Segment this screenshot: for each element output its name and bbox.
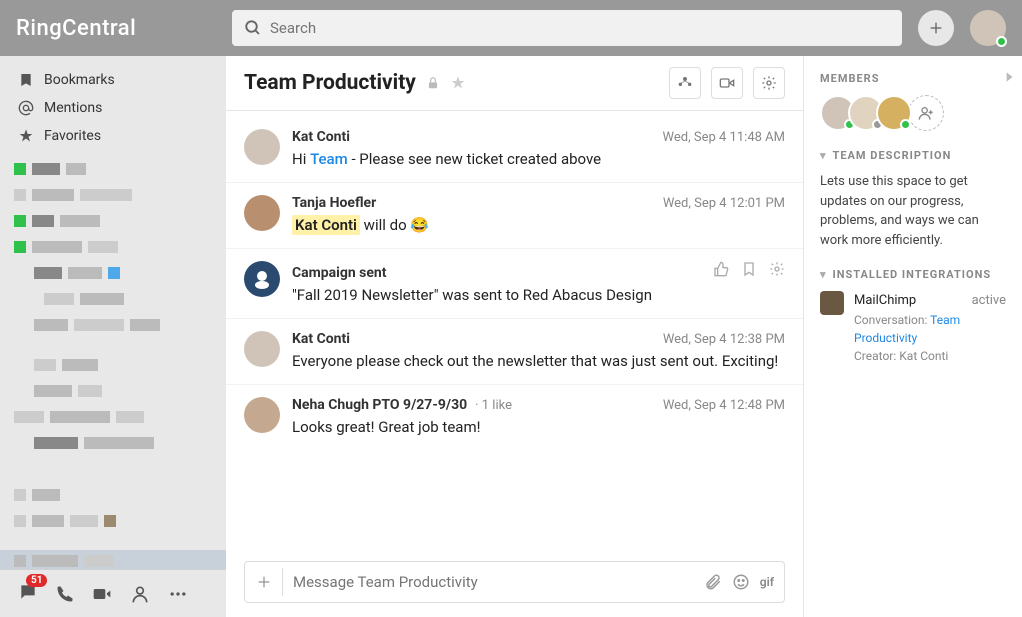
lock-icon <box>426 76 440 90</box>
like-icon[interactable] <box>713 261 729 277</box>
message-item: Campaign sent "Fall 2019 Newsletter" was… <box>226 249 803 319</box>
brand-logo: RingCentral <box>16 16 216 41</box>
message-timestamp: Wed, Sep 4 12:48 PM <box>663 398 785 413</box>
message-item: Tanja Hoefler Wed, Sep 4 12:01 PM Kat Con… <box>226 183 803 249</box>
add-person-icon <box>918 105 934 121</box>
integration-avatar <box>244 261 280 297</box>
details-panel: MEMBERS ▾TEAM DESCRIPTION Lets use this … <box>804 56 1022 617</box>
message-timestamp: Wed, Sep 4 11:48 AM <box>663 130 785 145</box>
description-heading[interactable]: ▾TEAM DESCRIPTION <box>820 149 1006 162</box>
avatar <box>244 331 280 367</box>
settings-button[interactable] <box>753 67 785 99</box>
sidebar-item-label: Bookmarks <box>44 72 115 88</box>
sidebar-item-mentions[interactable]: Mentions <box>0 94 226 122</box>
message-item: Kat Conti Wed, Sep 4 11:48 AM Hi Team - P… <box>226 117 803 183</box>
sidebar-item-label: Favorites <box>44 128 101 144</box>
message-item: Kat Conti Wed, Sep 4 12:38 PM Everyone pl… <box>226 319 803 385</box>
integration-creator: Kat Conti <box>899 349 948 363</box>
team-description: Lets use this space to get updates on ou… <box>820 172 1006 250</box>
search-input[interactable] <box>270 19 890 37</box>
caret-down-icon: ▾ <box>820 268 827 281</box>
message-text: Kat Conti will do 😂 <box>292 215 785 236</box>
message-author: Kat Conti <box>292 331 350 347</box>
plus-icon <box>928 20 944 36</box>
message-author: Kat Conti <box>292 129 350 145</box>
avatar <box>244 129 280 165</box>
mention-highlight[interactable]: Kat Conti <box>292 215 360 235</box>
search-bar[interactable] <box>232 10 902 46</box>
members-heading: MEMBERS <box>820 72 1006 85</box>
expand-icon[interactable] <box>1002 70 1016 84</box>
user-avatar[interactable] <box>970 10 1006 46</box>
people-icon <box>677 75 693 91</box>
message-item: Neha Chugh PTO 9/27-9/30 · 1 like Wed, Se… <box>226 385 803 450</box>
integrations-heading[interactable]: ▾INSTALLED INTEGRATIONS <box>820 268 1006 281</box>
message-author: Campaign sent <box>292 265 387 281</box>
star-icon[interactable] <box>450 75 466 91</box>
avatar <box>244 397 280 433</box>
message-list: Kat Conti Wed, Sep 4 11:48 AM Hi Team - P… <box>226 111 803 551</box>
channel-list <box>0 158 226 569</box>
member-avatar[interactable] <box>876 95 912 131</box>
conversation-panel: Team Productivity Kat Conti Wed, Sep 4 11… <box>226 56 804 617</box>
search-icon <box>244 19 262 37</box>
sidebar-item-label: Mentions <box>44 100 102 116</box>
star-icon <box>18 128 34 144</box>
message-text: Looks great! Great job team! <box>292 417 785 438</box>
avatar <box>244 195 280 231</box>
message-text: Everyone please check out the newsletter… <box>292 351 785 372</box>
sidebar-bottom-bar: 51 <box>0 569 226 617</box>
message-text: "Fall 2019 Newsletter" was sent to Red A… <box>292 285 785 306</box>
bookmark-icon <box>18 72 34 88</box>
message-text: Hi Team - Please see new ticket created … <box>292 149 785 170</box>
plus-icon <box>256 574 272 590</box>
at-icon <box>18 100 34 116</box>
message-author: Tanja Hoefler <box>292 195 376 211</box>
conversation-title: Team Productivity <box>244 71 416 95</box>
messages-button[interactable]: 51 <box>18 582 38 606</box>
compose-box[interactable]: gif <box>244 561 785 603</box>
video-icon <box>719 75 735 91</box>
member-avatars <box>820 95 1006 131</box>
mention[interactable]: Team <box>310 150 348 168</box>
unread-badge: 51 <box>26 574 47 587</box>
gear-icon <box>761 75 777 91</box>
mailchimp-logo <box>820 291 844 315</box>
sidebar: Bookmarks Mentions Favorites <box>0 56 226 617</box>
add-member-button[interactable] <box>908 95 944 131</box>
add-button[interactable] <box>918 10 954 46</box>
emoji-icon[interactable] <box>732 573 750 591</box>
integration-name: MailChimp <box>854 291 916 311</box>
video-call-button[interactable] <box>711 67 743 99</box>
gear-icon[interactable] <box>769 261 785 277</box>
message-timestamp: Wed, Sep 4 12:38 PM <box>663 332 785 347</box>
sidebar-item-favorites[interactable]: Favorites <box>0 122 226 150</box>
like-count: · 1 like <box>475 398 512 413</box>
message-author: Neha Chugh PTO 9/27-9/30 <box>292 397 467 413</box>
message-timestamp: Wed, Sep 4 12:01 PM <box>663 196 785 211</box>
caret-down-icon: ▾ <box>820 149 827 162</box>
bookmark-icon[interactable] <box>741 261 757 277</box>
conversation-header: Team Productivity <box>226 56 803 111</box>
video-icon[interactable] <box>92 584 112 604</box>
attachment-icon[interactable] <box>704 573 722 591</box>
compose-input[interactable] <box>293 573 694 591</box>
gif-button[interactable]: gif <box>760 575 774 589</box>
integration-item: MailChimpactive Conversation: Team Produ… <box>820 291 1006 365</box>
contact-icon[interactable] <box>130 584 150 604</box>
more-icon[interactable] <box>168 584 188 604</box>
members-button[interactable] <box>669 67 701 99</box>
sidebar-item-bookmarks[interactable]: Bookmarks <box>0 66 226 94</box>
attach-button[interactable] <box>255 568 283 596</box>
integration-status: active <box>972 291 1006 311</box>
phone-icon[interactable] <box>56 585 74 603</box>
presence-indicator <box>996 36 1007 47</box>
